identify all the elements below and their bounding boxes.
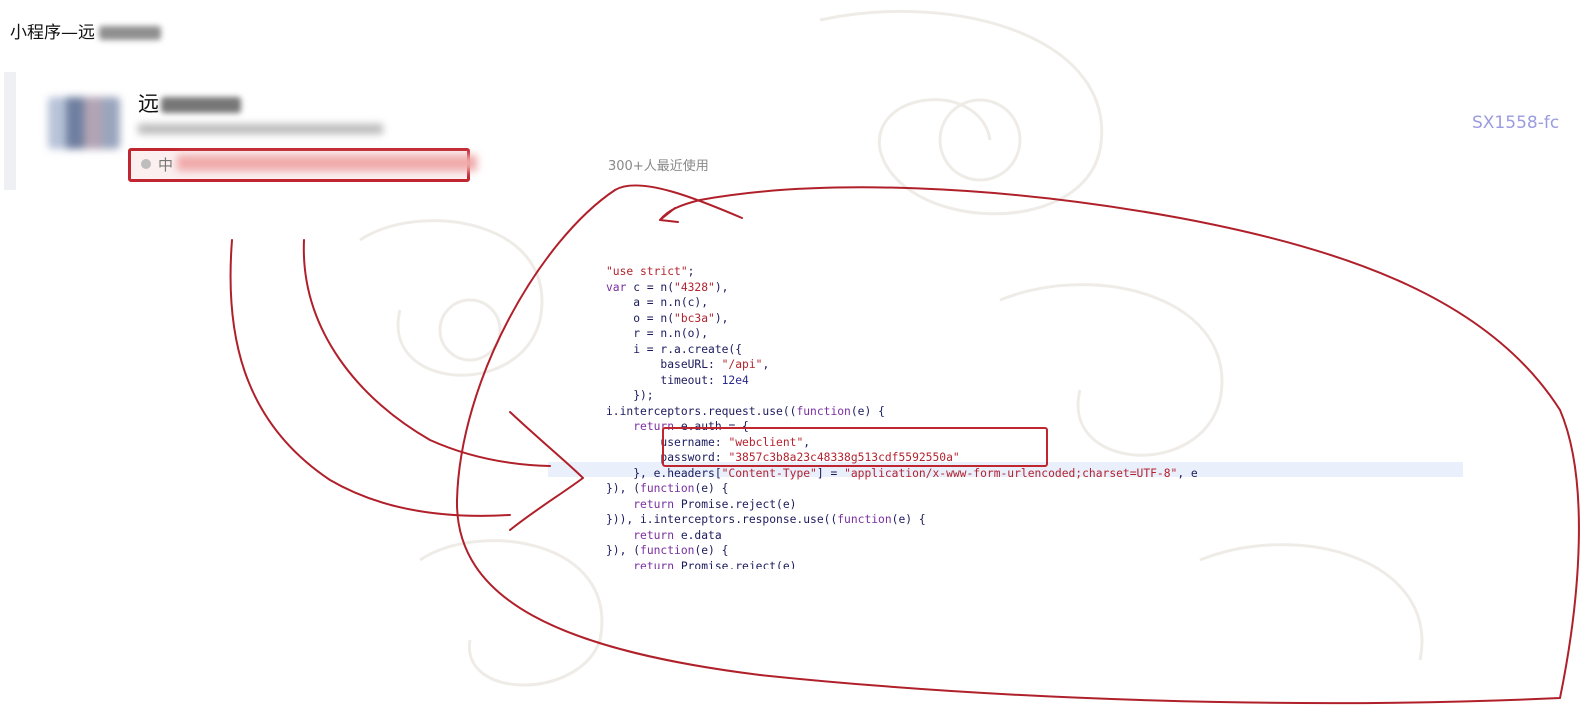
- code-token: return: [633, 528, 675, 542]
- redacted-description: [138, 124, 383, 134]
- mini-program-name[interactable]: 远: [138, 88, 241, 118]
- code-token: }), (: [606, 482, 641, 495]
- code-token: function: [796, 404, 851, 418]
- code-token: baseURL:: [606, 358, 722, 371]
- page-title: 小程序—远: [10, 18, 161, 43]
- code-token: "Content-Type": [721, 466, 817, 480]
- code-token: a = n.n(c),: [606, 296, 709, 309]
- code-token: ),: [714, 311, 729, 325]
- code-token: return: [633, 497, 675, 511]
- code-token: i.interceptors.request.use((: [606, 404, 797, 418]
- code-line: i = r.a.create({: [606, 342, 1466, 358]
- code-line: r = n.n(o),: [606, 326, 1466, 342]
- avatar[interactable]: [48, 97, 120, 149]
- recent-users-count: 300+人最近使用: [608, 159, 709, 174]
- code-token: return: [633, 559, 675, 570]
- code-token: function: [640, 544, 695, 557]
- code-token: "application/x-www-form-urlencoded;chars…: [844, 466, 1178, 480]
- mini-program-name-text: 远: [138, 92, 159, 116]
- code-token: ;: [687, 265, 695, 278]
- annotation-arrow-middle: [302, 239, 551, 467]
- code-line: baseURL: "/api",: [606, 357, 1466, 373]
- code-line: i.interceptors.request.use((function(e) …: [606, 404, 1466, 420]
- code-token: , e: [1177, 466, 1198, 480]
- code-line: timeout: 12e4: [606, 373, 1466, 389]
- code-token: })), i.interceptors.response.use((: [606, 513, 838, 526]
- code-token: (e) {: [850, 404, 885, 418]
- code-token: i = r.a.create({: [606, 342, 743, 356]
- code-token: "use strict": [606, 265, 688, 278]
- code-line: }, e.headers["Content-Type"] = "applicat…: [606, 466, 1466, 482]
- code-line: var c = n("4328"),: [606, 280, 1466, 296]
- code-token: function: [837, 513, 892, 526]
- code-token: }), (: [606, 544, 641, 557]
- code-token: 12e4: [721, 373, 749, 387]
- category-tag-highlight[interactable]: 中: [128, 148, 477, 182]
- redacted-name: [161, 97, 241, 113]
- code-token: (e) {: [694, 482, 729, 495]
- code-token: "4328": [674, 280, 715, 294]
- code-line: }), (function(e) {: [606, 481, 1466, 497]
- card-background: [4, 72, 16, 190]
- tag-label: 中: [158, 156, 174, 174]
- annotation-arrow-left: [229, 239, 511, 517]
- code-line: return e.data: [606, 528, 1466, 544]
- code-token: ] =: [816, 466, 845, 480]
- redacted-tag: [177, 155, 477, 171]
- code-token: (e) {: [694, 544, 729, 557]
- code-token: Promise.reject(e): [674, 497, 797, 511]
- code-line: "use strict";: [606, 264, 1466, 280]
- code-line: return Promise.reject(e): [606, 559, 1466, 570]
- credentials-highlight-box: [662, 427, 1048, 467]
- page-title-text: 小程序—远: [10, 23, 95, 43]
- annotation-arrow-tip: [659, 207, 679, 223]
- code-line: })), i.interceptors.response.use((functi…: [606, 512, 1466, 528]
- code-token: function: [640, 482, 695, 495]
- code-token: o = n(: [606, 311, 675, 325]
- code-token: });: [606, 389, 654, 402]
- tag-dot-icon: [141, 159, 151, 169]
- code-token: e.data: [674, 528, 722, 542]
- code-token: (e) {: [891, 513, 926, 526]
- code-token: c = n(: [633, 280, 675, 294]
- code-line: o = n("bc3a"),: [606, 311, 1466, 327]
- code-token: timeout:: [606, 373, 722, 387]
- code-token: ),: [714, 280, 729, 294]
- code-token: "bc3a": [674, 311, 715, 325]
- code-token: var: [606, 280, 634, 294]
- code-line: }), (function(e) {: [606, 543, 1466, 559]
- redacted-title: [99, 26, 161, 40]
- code-line: });: [606, 388, 1466, 404]
- code-token: }, e.headers[: [606, 466, 722, 480]
- code-snippet: "use strict"; var c = n("4328"), a = n.n(…: [606, 264, 1466, 569]
- code-line: a = n.n(c),: [606, 295, 1466, 311]
- side-code-label: SX1558-fc: [1472, 113, 1560, 133]
- code-line: return Promise.reject(e): [606, 497, 1466, 513]
- code-block: "use strict"; var c = n("4328"), a = n.n(…: [606, 264, 1466, 569]
- code-token: "/api": [721, 358, 763, 371]
- code-token: r = n.n(o),: [606, 327, 709, 340]
- code-token: ,: [762, 358, 770, 371]
- code-token: Promise.reject(e): [674, 559, 797, 570]
